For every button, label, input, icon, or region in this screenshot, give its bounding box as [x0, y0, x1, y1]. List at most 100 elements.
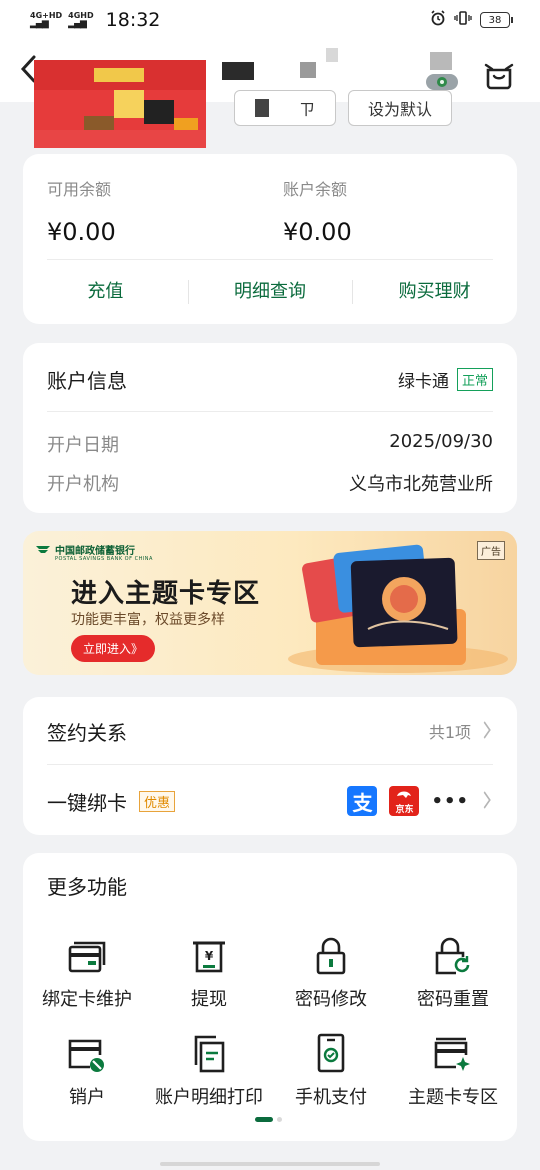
card-maintain-button[interactable]: 绑定卡维护 [25, 931, 149, 1011]
status-time: 18:32 [105, 9, 161, 31]
print-statement-icon [147, 1029, 271, 1073]
card-maintain-icon [25, 931, 149, 975]
open-date-row: 开户日期 2025/09/30 [47, 431, 493, 457]
balance-actions: 充值 明细查询 购买理财 [23, 274, 517, 310]
masked-card-number [300, 62, 316, 78]
print-statement-label: 账户明细打印 [155, 1087, 263, 1108]
chevron-right-icon [483, 790, 491, 812]
open-date-label: 开户日期 [47, 435, 119, 456]
masked-card-number [326, 48, 338, 62]
alipay-icon: 支 [347, 786, 378, 816]
sign-relation-row[interactable]: 签约关系 共1项 [47, 713, 493, 749]
divider [47, 259, 493, 260]
password-reset-button[interactable]: 密码重置 [391, 931, 515, 1011]
masked-label [254, 99, 269, 117]
alarm-icon [430, 10, 446, 30]
home-indicator [160, 1162, 380, 1166]
close-account-button[interactable]: 销户 [25, 1029, 149, 1109]
header: ㄗ 设为默认 [0, 40, 540, 150]
network-indicator-2: 4GHD ▂▄▆ [68, 11, 93, 29]
available-balance: 可用余额 ¥0.00 [47, 176, 116, 246]
masked-card-number [222, 62, 254, 80]
bank-name: 中国邮政储蓄银行 [55, 545, 135, 557]
more-functions-card: 更多功能 绑定卡维护 ¥ 提现 密码修改 密码重置 销户 账户明细打印 手机支付… [23, 853, 517, 1141]
withdraw-button[interactable]: ¥ 提现 [147, 931, 271, 1011]
mobile-pay-button[interactable]: 手机支付 [269, 1029, 393, 1109]
available-balance-value: ¥0.00 [47, 218, 116, 246]
mobile-pay-icon [269, 1029, 393, 1073]
one-click-bind-row[interactable]: 一键绑卡 优惠 支 京东 ••• [47, 783, 493, 819]
page-dot [277, 1117, 282, 1122]
status-bar: 4G+HD ▂▄▆ 4GHD ▂▄▆ 18:32 38 [0, 0, 540, 40]
lock-reset-icon [391, 931, 515, 975]
account-balance-value: ¥0.00 [283, 218, 352, 246]
close-account-label: 销户 [69, 1087, 105, 1108]
open-date-value: 2025/09/30 [389, 431, 493, 452]
one-click-bind-title: 一键绑卡 [47, 790, 127, 815]
branch-row: 开户机构 义乌市北苑营业所 [47, 470, 493, 496]
theme-card-zone-button[interactable]: 主题卡专区 [391, 1029, 515, 1109]
divider [47, 411, 493, 412]
svg-text:¥: ¥ [205, 949, 214, 963]
detail-query-button[interactable]: 明细查询 [187, 274, 353, 310]
account-balance: 账户余额 ¥0.00 [283, 176, 352, 246]
mobile-pay-label: 手机支付 [295, 1087, 367, 1108]
password-change-button[interactable]: 密码修改 [269, 931, 393, 1011]
alipay-glyph: 支 [352, 790, 373, 815]
bank-name-en: POSTAL SAVINGS BANK OF CHINA [55, 556, 153, 562]
bank-logo: 中国邮政储蓄银行 [35, 541, 135, 557]
theme-card-zone-label: 主题卡专区 [408, 1087, 498, 1108]
set-default-label: 设为默认 [367, 100, 432, 119]
jd-icon: 京东 [389, 786, 420, 816]
customer-service-icon[interactable] [484, 62, 514, 97]
psbc-logo-icon [35, 541, 51, 557]
account-balance-label: 账户余额 [283, 180, 348, 199]
sign-relation-count: 共1项 [428, 723, 471, 742]
assistant-robot-icon[interactable] [424, 50, 464, 94]
battery-icon: 38 [480, 12, 513, 28]
balance-card: 可用余额 ¥0.00 账户余额 ¥0.00 充值 明细查询 购买理财 [23, 154, 517, 324]
sign-relation-title: 签约关系 [47, 720, 127, 745]
password-change-label: 密码修改 [295, 989, 367, 1010]
vibrate-icon [454, 10, 472, 30]
close-account-icon [25, 1029, 149, 1073]
withdraw-icon: ¥ [147, 931, 271, 975]
withdraw-label: 提现 [191, 989, 227, 1010]
banner-subtitle: 功能更丰富，权益更多样 [71, 612, 225, 628]
signal-bars-icon: ▂▄▆ [68, 19, 87, 29]
jd-label: 京东 [395, 804, 414, 815]
bank-card-image [34, 60, 206, 148]
account-info-title: 账户信息 [47, 369, 127, 393]
network-indicator-1: 4G+HD ▂▄▆ [30, 11, 62, 29]
chevron-right-icon [483, 720, 491, 742]
card-option-button[interactable]: ㄗ [234, 90, 336, 126]
more-functions-title: 更多功能 [47, 875, 127, 899]
banner-title: 进入主题卡专区 [71, 579, 261, 609]
page-indicator [255, 1117, 282, 1122]
theme-card-icon [391, 1029, 515, 1073]
theme-card-banner[interactable]: 中国邮政储蓄银行 POSTAL SAVINGS BANK OF CHINA 进入… [23, 531, 517, 675]
more-dots-icon: ••• [431, 790, 469, 812]
account-info-card: 账户信息 绿卡通 正常 开户日期 2025/09/30 开户机构 义乌市北苑营业… [23, 343, 517, 513]
branch-label: 开户机构 [47, 474, 119, 495]
buy-wealth-button[interactable]: 购买理财 [352, 274, 517, 310]
password-reset-label: 密码重置 [417, 989, 489, 1010]
promo-badge: 优惠 [139, 790, 176, 812]
account-type: 绿卡通 [398, 372, 449, 392]
enter-now-button[interactable]: 立即进入》 [71, 635, 156, 662]
recharge-button[interactable]: 充值 [23, 274, 188, 310]
battery-level: 38 [488, 14, 502, 26]
card-option-label: ㄗ [298, 100, 315, 119]
divider [47, 764, 493, 765]
available-balance-label: 可用余额 [47, 180, 112, 199]
page-dot-active [255, 1117, 273, 1122]
set-default-button[interactable]: 设为默认 [348, 90, 452, 126]
lock-icon [269, 931, 393, 975]
signal-bars-icon: ▂▄▆ [30, 19, 49, 29]
print-statement-button[interactable]: 账户明细打印 [147, 1029, 271, 1109]
card-illustration [288, 544, 508, 673]
card-maintain-label: 绑定卡维护 [42, 989, 132, 1010]
branch-value: 义乌市北苑营业所 [349, 474, 493, 495]
sign-relation-card: 签约关系 共1项 一键绑卡 优惠 支 京东 ••• [23, 697, 517, 835]
status-badge: 正常 [456, 368, 493, 391]
